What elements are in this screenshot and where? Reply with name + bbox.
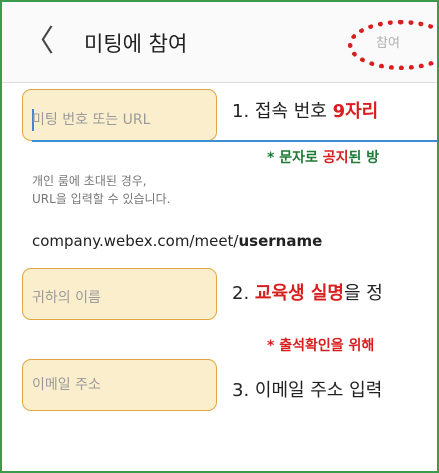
personal-room-url-hint: company.webex.com/meet/username <box>32 231 322 251</box>
url-prefix: company.webex.com/meet/ <box>32 232 239 250</box>
top-bar: 〈 미팅에 참여 참여 <box>2 2 437 83</box>
join-highlight-circle <box>348 20 437 70</box>
note1-highlight: 공지 <box>322 150 349 166</box>
page-title: 미팅에 참여 <box>84 32 188 56</box>
note2-text: * 출석확인을 위해 <box>267 338 375 354</box>
helper-line-2: URL을 입력할 수 있습니다. <box>32 192 171 206</box>
step3-annotation: 3. 이메일 주소 입력 <box>232 379 382 403</box>
step1-highlight: 9자리 <box>332 101 379 122</box>
step2-text: 2. <box>232 283 255 304</box>
email-input[interactable]: 이메일 주소 <box>32 375 212 395</box>
step3-text: 3. 이메일 주소 입력 <box>232 380 383 401</box>
step1-text: 1. 접속 번호 <box>232 101 333 122</box>
note2-annotation: * 출석확인을 위해 <box>267 336 374 356</box>
step2-highlight: 교육생 실명 <box>254 283 344 304</box>
helper-text: 개인 룸에 초대된 경우, URL을 입력할 수 있습니다. <box>32 172 170 208</box>
note1-text: * 문자로 <box>267 150 323 166</box>
chevron-left-icon[interactable]: 〈 <box>24 24 54 60</box>
name-input[interactable]: 귀하의 이름 <box>32 288 212 308</box>
meeting-number-input[interactable]: 미팅 번호 또는 URL <box>32 110 212 130</box>
step2-annotation: 2. 교육생 실명을 정 <box>232 282 383 306</box>
note1-suffix: 된 방 <box>348 150 380 166</box>
screenshot-frame: 〈 미팅에 참여 참여 미팅 번호 또는 URL 1. 접속 번호 9자리 * … <box>0 0 439 473</box>
note1-annotation: * 문자로 공지된 방 <box>267 148 379 168</box>
meeting-number-underline <box>32 140 437 142</box>
url-username: username <box>238 232 323 250</box>
helper-line-1: 개인 룸에 초대된 경우, <box>32 174 147 188</box>
step2-suffix: 을 정 <box>343 283 383 304</box>
step1-annotation: 1. 접속 번호 9자리 <box>232 100 378 124</box>
